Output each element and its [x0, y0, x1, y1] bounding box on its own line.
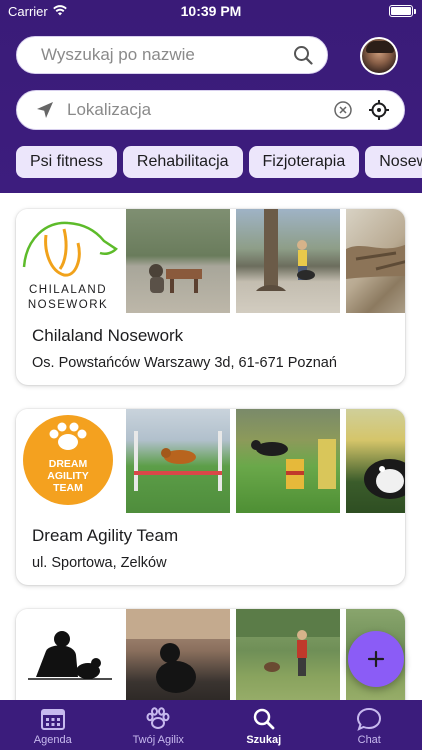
category-chips: Psi fitness Rehabilitacja Fizjoterapia N… [16, 146, 422, 180]
paw-icon [146, 707, 170, 729]
tab-label: Chat [357, 734, 381, 746]
locate-me-button[interactable] [366, 97, 392, 123]
photo-carousel[interactable] [16, 609, 405, 700]
chilaland-logo: CHILALAND NOSEWORK [16, 209, 120, 313]
chat-icon [357, 707, 382, 731]
dream-logo-text-3: TEAM [53, 482, 83, 494]
place-card-third[interactable] [16, 609, 405, 700]
place-photo[interactable] [346, 409, 405, 513]
location-input[interactable]: Lokalizacja [16, 90, 405, 130]
places-list[interactable]: CHILALAND NOSEWORK Chilaland Nosework Os… [0, 193, 422, 700]
place-name: Chilaland Nosework [32, 326, 184, 345]
place-address: ul. Sportowa, Zelków [32, 555, 167, 571]
place-card-chilaland[interactable]: CHILALAND NOSEWORK Chilaland Nosework Os… [16, 209, 405, 385]
photo-carousel[interactable]: CHILALAND NOSEWORK [16, 209, 405, 313]
tab-label: Agenda [33, 734, 72, 746]
battery-tip [414, 9, 416, 14]
place-card-dream-agility[interactable]: DREAM AGILITY TEAM Dream Agility Team ul… [16, 409, 405, 585]
place-photo[interactable] [346, 209, 405, 313]
place-address: Os. Powstańców Warszawy 3d, 61-671 Pozna… [32, 355, 337, 371]
crosshair-icon[interactable] [368, 99, 390, 121]
plus-icon[interactable] [366, 649, 386, 669]
place-photo[interactable] [236, 409, 340, 513]
place-photo[interactable] [126, 209, 230, 313]
clear-icon[interactable] [333, 100, 353, 120]
tab-label: Twój Agilix [132, 734, 184, 746]
calendar-icon [40, 709, 65, 730]
place-name: Dream Agility Team [32, 526, 179, 545]
chip-rehabilitacja[interactable]: Rehabilitacja [122, 146, 243, 178]
status-bar: Carrier 10:39 PM [0, 0, 422, 24]
photo-carousel[interactable]: DREAM AGILITY TEAM [16, 409, 405, 513]
tab-label: Szukaj [246, 734, 282, 746]
tab-szukaj[interactable]: Szukaj [211, 700, 317, 750]
header: Carrier 10:39 PM Wyszukaj po nazwie Loka… [0, 0, 422, 193]
tab-bar: Agenda Twój Agilix Szukaj Chat [0, 700, 422, 750]
search-placeholder: Wyszukaj po nazwie [41, 45, 195, 64]
place-photo[interactable] [236, 209, 340, 313]
add-button[interactable] [348, 631, 404, 687]
dream-logo-text-2: AGILITY [47, 470, 88, 482]
tab-twoj-agilix[interactable]: Twój Agilix [106, 700, 212, 750]
dream-agility-logo: DREAM AGILITY TEAM [16, 409, 120, 513]
location-arrow-icon [37, 102, 53, 118]
place-logo [16, 609, 120, 700]
dream-logo-text-1: DREAM [49, 458, 88, 470]
place-photo[interactable] [126, 609, 230, 700]
avatar[interactable] [360, 37, 398, 75]
tab-agenda[interactable]: Agenda [0, 700, 106, 750]
search-input[interactable]: Wyszukaj po nazwie [16, 36, 328, 74]
chip-psi-fitness[interactable]: Psi fitness [16, 146, 117, 178]
clear-button[interactable] [330, 97, 356, 123]
search-icon[interactable] [293, 45, 313, 65]
tab-chat[interactable]: Chat [317, 700, 422, 750]
chip-fizjoterapia[interactable]: Fizjoterapia [248, 146, 360, 178]
place-photo[interactable] [236, 609, 340, 700]
battery-icon [389, 5, 413, 17]
search-icon [253, 708, 275, 730]
place-photo[interactable] [126, 409, 230, 513]
clock: 10:39 PM [180, 3, 242, 19]
chilaland-logo-text-1: CHILALAND [29, 284, 107, 296]
chilaland-logo-text-2: NOSEWORK [28, 299, 108, 311]
chip-nosework[interactable]: Nosew [365, 146, 422, 178]
location-placeholder: Lokalizacja [67, 100, 152, 119]
